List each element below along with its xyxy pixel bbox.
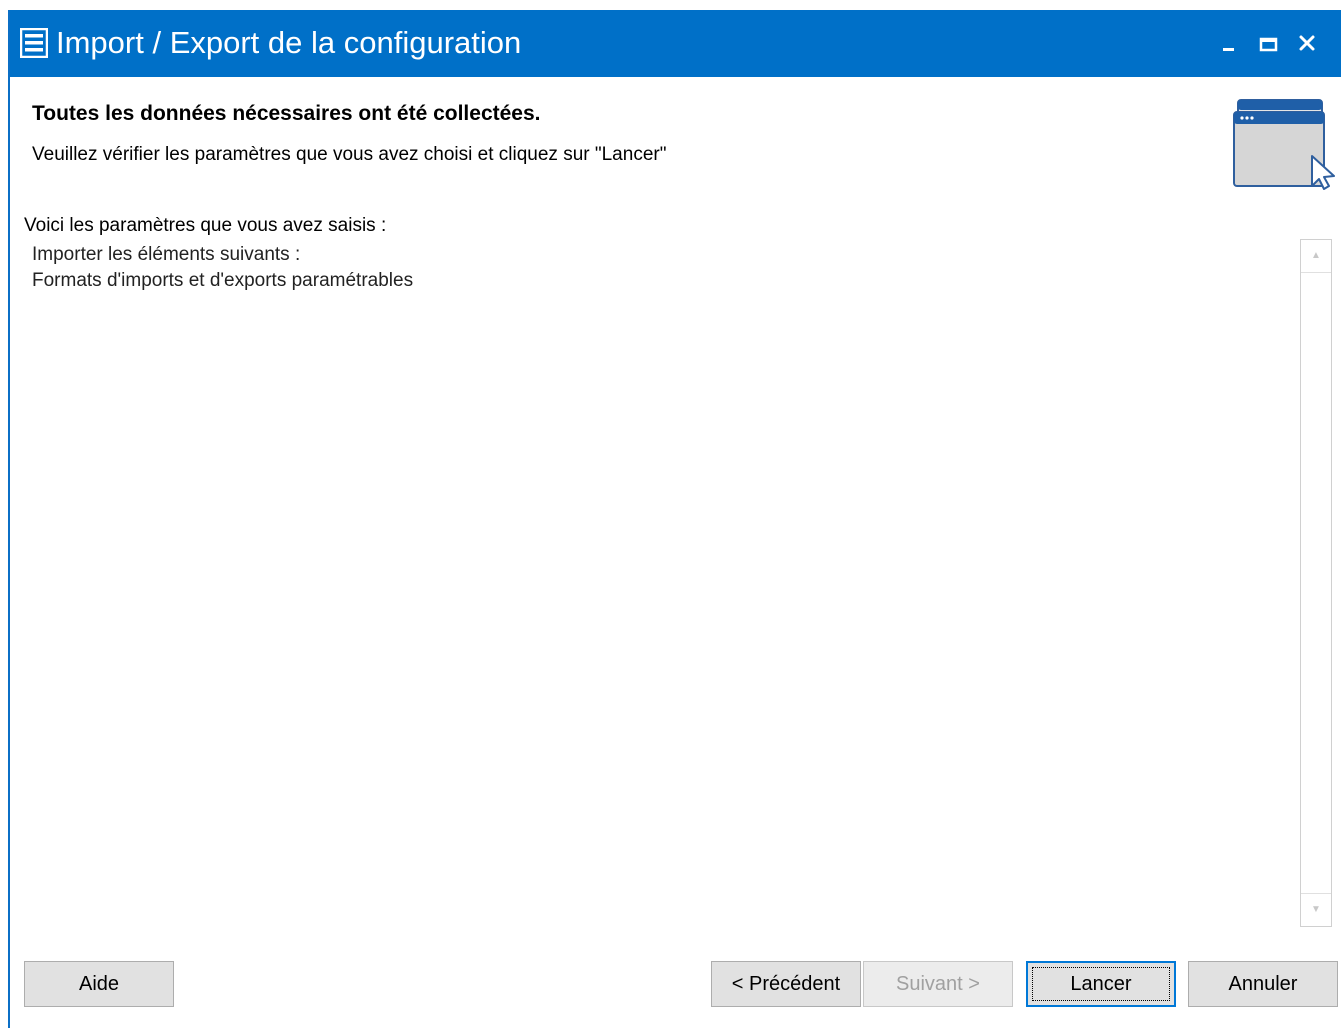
wizard-window: Import / Export de la configuration Tout… [8, 10, 1341, 1028]
cancel-button[interactable]: Annuler [1188, 961, 1338, 1007]
scroll-down-icon[interactable]: ▼ [1301, 893, 1331, 926]
scroll-up-icon[interactable]: ▲ [1301, 240, 1331, 273]
parameters-heading: Voici les paramètres que vous avez saisi… [24, 215, 387, 236]
minimize-icon[interactable] [1214, 28, 1244, 58]
wizard-window-cursor-icon [1232, 98, 1340, 190]
help-button[interactable]: Aide [24, 961, 174, 1007]
page-title: Toutes les données nécessaires ont été c… [32, 102, 541, 125]
window-title: Import / Export de la configuration [56, 25, 522, 60]
title-bar[interactable]: Import / Export de la configuration [10, 10, 1341, 77]
parameter-line: Importer les éléments suivants : [32, 244, 301, 265]
vertical-scrollbar[interactable]: ▲ ▼ [1300, 239, 1332, 927]
app-list-icon [19, 27, 49, 59]
launch-button[interactable]: Lancer [1026, 961, 1176, 1007]
page-subtitle: Veuillez vérifier les paramètres que vou… [32, 144, 667, 165]
focus-ring [1032, 967, 1170, 1001]
next-button[interactable]: Suivant > [863, 961, 1013, 1007]
close-icon[interactable] [1292, 28, 1322, 58]
maximize-icon[interactable] [1253, 28, 1283, 58]
previous-button[interactable]: < Précédent [711, 961, 861, 1007]
parameter-line: Formats d'imports et d'exports paramétra… [32, 270, 414, 291]
parameters-text-area[interactable]: Importer les éléments suivants : Formats… [24, 242, 1294, 926]
